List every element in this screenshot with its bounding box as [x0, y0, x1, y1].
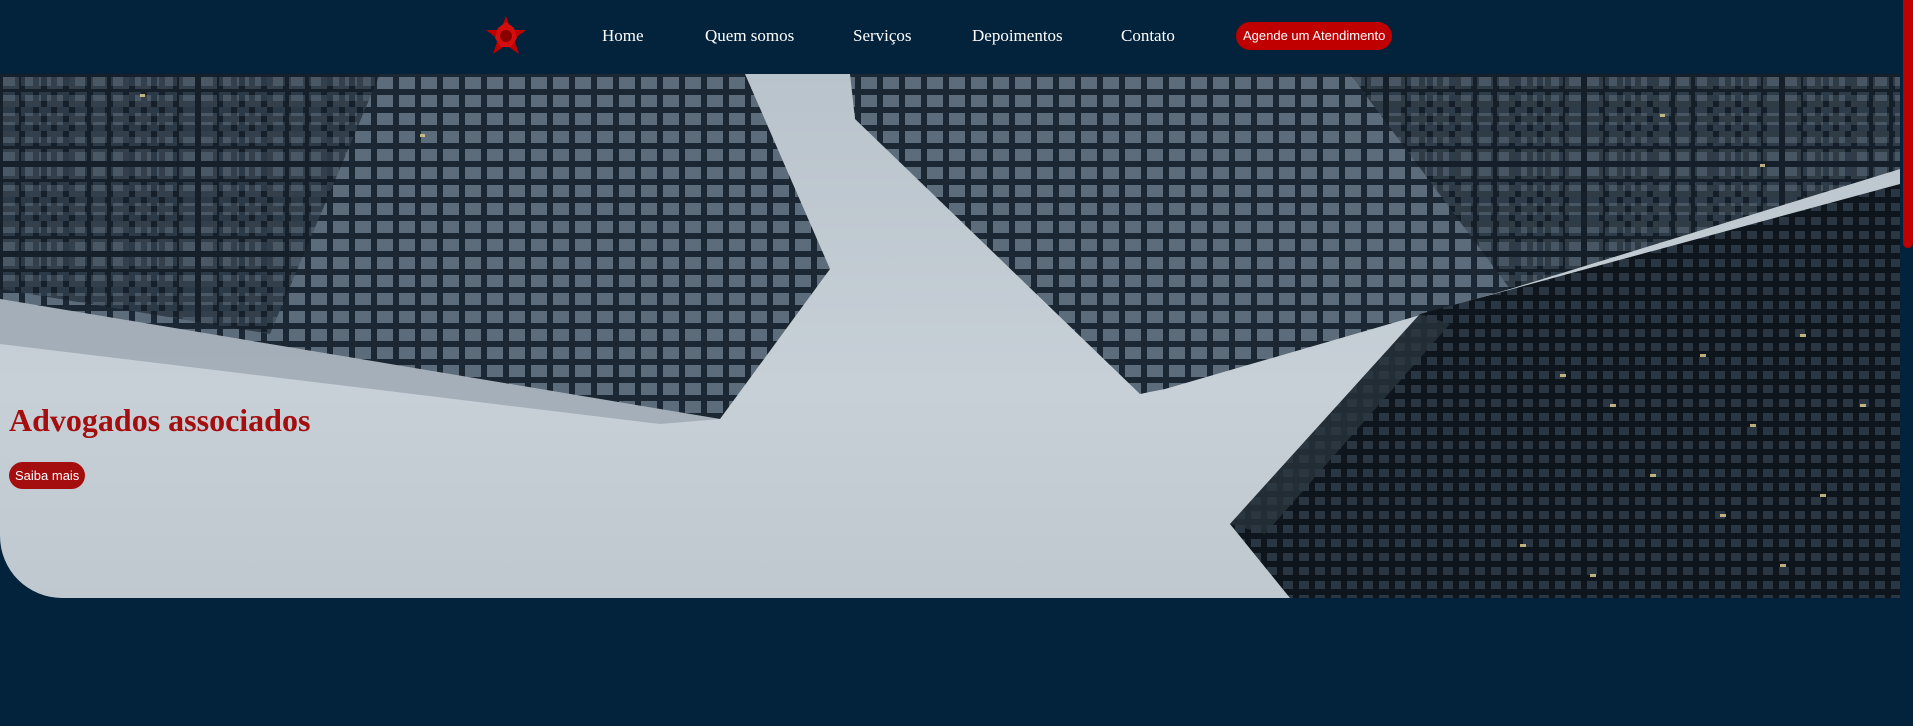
hero-title: Advogados associados [9, 402, 311, 438]
main-nav: Home Quem somos Serviços Depoimentos Con… [0, 0, 1900, 74]
nav-contato[interactable]: Contato [1121, 25, 1175, 47]
nav-home[interactable]: Home [602, 25, 644, 47]
nav-depoimentos[interactable]: Depoimentos [972, 25, 1063, 47]
learn-more-button[interactable]: Saiba mais [9, 462, 86, 489]
page-scrollbar[interactable] [1900, 0, 1913, 726]
skyscrapers-image [0, 74, 1900, 598]
nav-servicos[interactable]: Serviços [853, 25, 912, 47]
hero-banner: Advogados associados Saiba mais [0, 74, 1900, 598]
scrollbar-thumb[interactable] [1903, 0, 1913, 248]
site-header: Home Quem somos Serviços Depoimentos Con… [0, 0, 1900, 74]
nav-quem-somos[interactable]: Quem somos [705, 25, 794, 47]
schedule-appointment-button[interactable]: Agende um Atendimento [1236, 22, 1393, 50]
